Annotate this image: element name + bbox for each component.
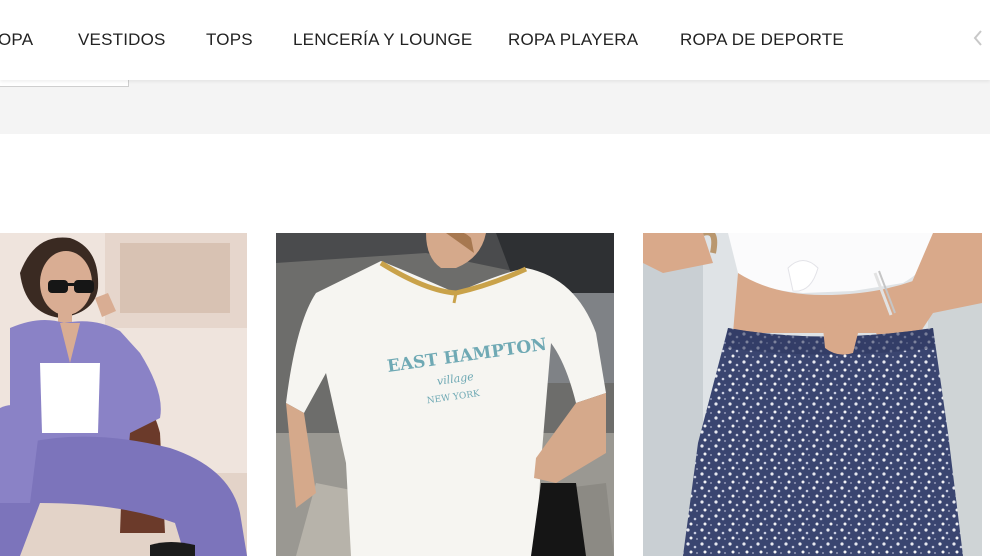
nav-item-ropa-de-deporte[interactable]: ROPA DE DEPORTE (680, 30, 844, 50)
nav-item-lenceria-lounge[interactable]: LENCERÍA Y LOUNGE (293, 30, 472, 50)
nav-item-tops[interactable]: TOPS (206, 30, 253, 50)
product-image-lavender-suit (0, 233, 247, 556)
nav-item-ropa-playera[interactable]: ROPA PLAYERA (508, 30, 638, 50)
product-image-white-tshirt: EAST HAMPTON village NEW YORK (276, 233, 614, 556)
product-card-1[interactable] (0, 233, 247, 556)
product-image-floral-skirt (643, 233, 982, 556)
dropdown-band (0, 80, 990, 134)
product-card-2[interactable]: EAST HAMPTON village NEW YORK (276, 233, 614, 556)
product-card-3[interactable] (643, 233, 982, 556)
chevron-left-icon[interactable] (972, 28, 984, 48)
dropdown-panel-edge (0, 80, 129, 87)
nav-item-vestidos[interactable]: VESTIDOS (78, 30, 166, 50)
category-navbar: OPA VESTIDOS TOPS LENCERÍA Y LOUNGE ROPA… (0, 0, 990, 80)
nav-item-ropa[interactable]: OPA (0, 30, 33, 50)
